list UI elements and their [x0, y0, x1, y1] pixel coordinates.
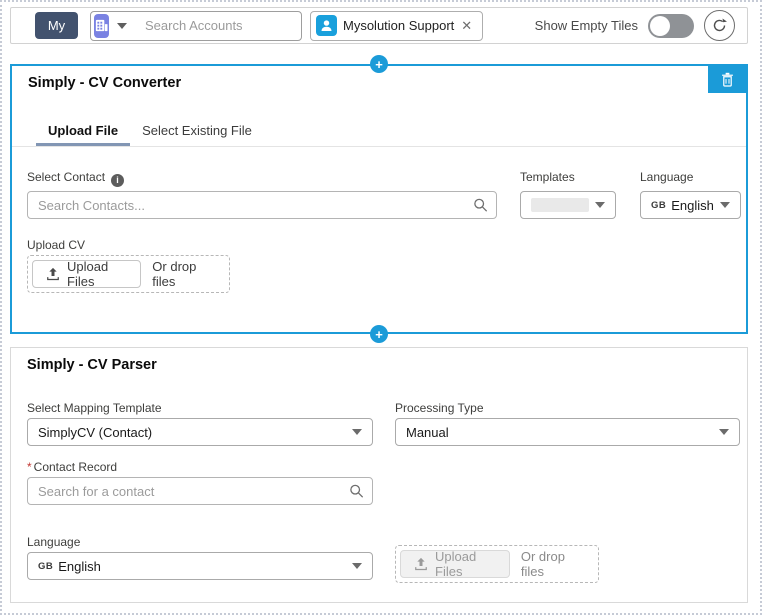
language-country-code: GB	[38, 560, 54, 572]
trash-icon	[721, 72, 734, 87]
building-icon	[94, 18, 109, 33]
processing-type-value: Manual	[406, 424, 449, 440]
select-contact-label: Select Contact	[27, 170, 125, 187]
templates-select[interactable]	[520, 191, 616, 219]
language-value: English	[58, 558, 101, 574]
search-icon	[473, 198, 488, 213]
chevron-down-icon	[352, 563, 362, 569]
tile-title: Simply - CV Parser	[27, 357, 157, 373]
chevron-down-icon	[720, 202, 730, 208]
cv-converter-tile[interactable]: Simply - CV Converter Upload File Select…	[10, 55, 748, 343]
contact-search-input[interactable]	[27, 191, 497, 219]
mapping-template-label: Select Mapping Template	[27, 401, 162, 415]
language-country-code: GB	[651, 199, 667, 211]
mapping-template-value: SimplyCV (Contact)	[38, 424, 153, 440]
chevron-down-icon	[352, 429, 362, 435]
language-value: English	[671, 197, 714, 213]
info-icon[interactable]	[111, 173, 125, 187]
upload-files-button[interactable]: Upload Files	[32, 259, 142, 289]
processing-type-label: Processing Type	[395, 401, 484, 415]
language-label: Language	[640, 170, 694, 184]
upload-icon	[46, 267, 60, 281]
parser-language-label: Language	[27, 535, 81, 549]
my-accounts-button[interactable]: My	[35, 12, 78, 39]
chevron-down-icon	[719, 429, 729, 435]
delete-tile-button[interactable]	[708, 66, 746, 93]
upload-button-label: Upload Files	[435, 549, 477, 579]
account-search-combo	[90, 10, 339, 41]
toggle-knob	[650, 15, 670, 36]
tab-upload-file[interactable]: Upload File	[36, 113, 131, 146]
search-icon	[349, 484, 364, 499]
chevron-down-icon	[595, 202, 605, 208]
upload-button-label: Upload Files	[67, 259, 109, 289]
converter-tabs: Upload File Select Existing File	[12, 113, 746, 147]
contact-record-label-text: Contact Record	[33, 460, 118, 474]
contact-avatar-icon	[316, 15, 337, 36]
cv-parser-tile[interactable]: Simply - CV Parser Select Mapping Templa…	[10, 347, 748, 603]
mapping-template-select[interactable]: SimplyCV (Contact)	[27, 418, 373, 446]
account-search-input[interactable]	[135, 18, 325, 33]
parser-contact-search-input[interactable]	[27, 477, 373, 505]
top-toolbar: My Search Accounts Mysolution Support ✕ …	[10, 7, 748, 44]
close-icon[interactable]	[460, 18, 473, 34]
parser-contact-search-field	[27, 477, 373, 505]
templates-label: Templates	[520, 170, 575, 184]
required-asterisk: *	[27, 460, 32, 474]
drop-files-text: Or drop files	[520, 549, 565, 579]
tile-title: Simply - CV Converter	[28, 75, 182, 91]
language-select[interactable]: GB English	[640, 191, 741, 219]
templates-loading-placeholder	[531, 198, 589, 212]
add-tile-above-button[interactable]	[370, 55, 388, 73]
drop-files-text: Or drop files	[152, 259, 197, 289]
refresh-button[interactable]	[704, 10, 735, 41]
pill-label: Mysolution Support	[343, 18, 455, 33]
cv-drop-zone[interactable]: Upload Files Or drop files	[27, 255, 230, 293]
builder-canvas: My Search Accounts Mysolution Support ✕ …	[0, 0, 762, 615]
upload-cv-label: Upload CV	[27, 238, 86, 252]
show-empty-tiles-toggle[interactable]	[648, 13, 694, 38]
refresh-icon	[711, 17, 728, 34]
upload-icon	[414, 557, 428, 571]
selected-account-pill[interactable]: Mysolution Support	[310, 10, 484, 41]
contact-record-label: * Contact Record	[27, 460, 117, 474]
tab-select-existing-file[interactable]: Select Existing File	[130, 113, 264, 146]
parser-drop-zone[interactable]: Upload Files Or drop files	[395, 545, 599, 583]
processing-type-select[interactable]: Manual	[395, 418, 740, 446]
add-tile-below-button[interactable]	[370, 325, 388, 343]
show-empty-tiles-label: Show Empty Tiles	[534, 18, 638, 33]
toolbar-right: Show Empty Tiles	[535, 10, 735, 41]
parser-upload-files-button[interactable]: Upload Files	[400, 549, 510, 579]
select-contact-label-text: Select Contact	[27, 170, 106, 184]
account-object-button[interactable]	[94, 13, 109, 38]
parser-language-select[interactable]: GB English	[27, 552, 373, 580]
chevron-down-icon[interactable]	[117, 22, 127, 29]
contact-search-field	[27, 191, 497, 219]
